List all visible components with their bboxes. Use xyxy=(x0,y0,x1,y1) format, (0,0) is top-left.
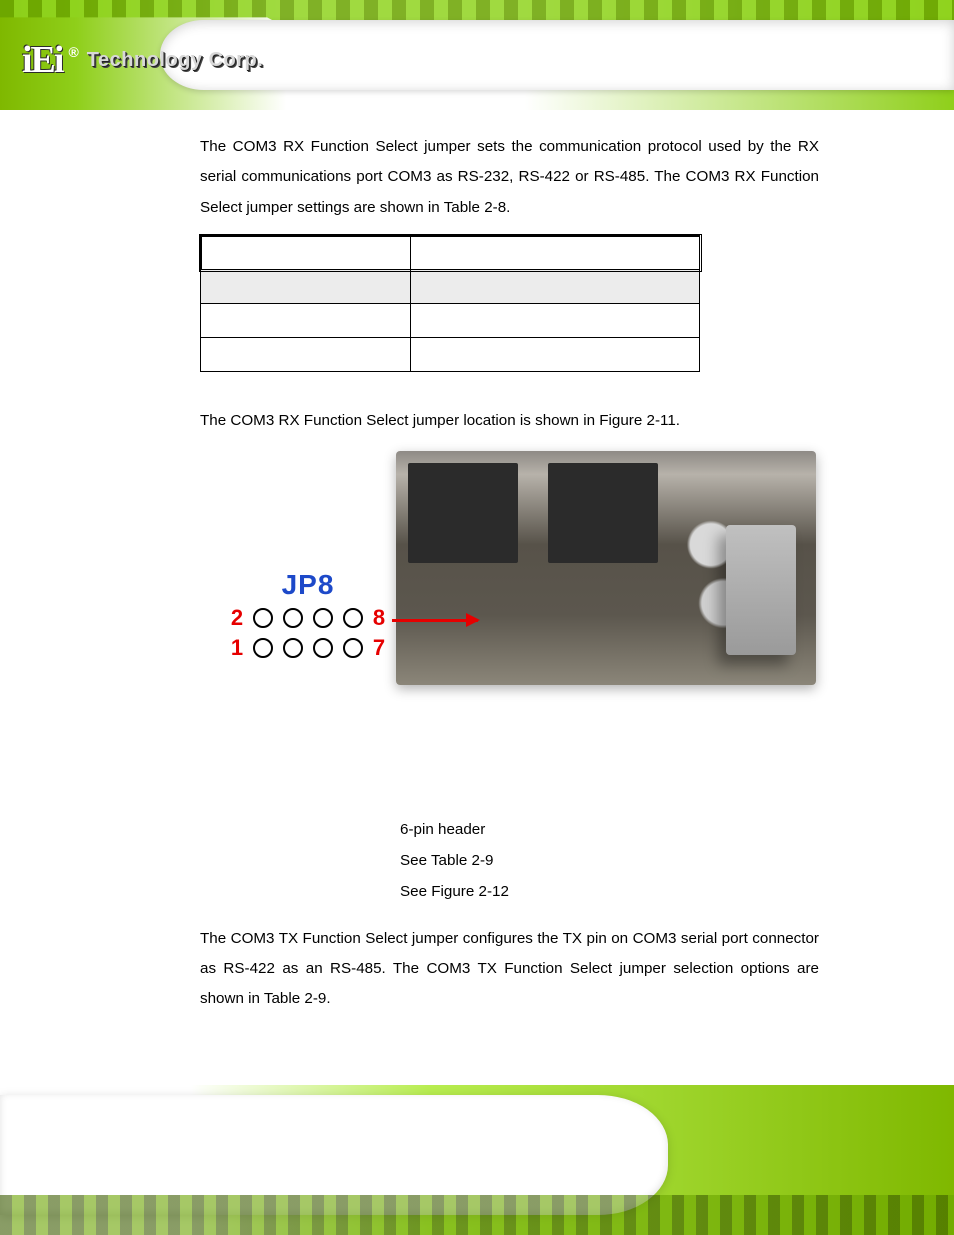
table-cell xyxy=(410,270,699,304)
table-row xyxy=(201,270,700,304)
table-cell xyxy=(201,270,411,304)
pin-icon xyxy=(313,638,333,658)
bottom-banner xyxy=(0,1085,954,1235)
table-row xyxy=(201,304,700,338)
pin-icon xyxy=(253,608,273,628)
pin-number: 2 xyxy=(231,605,243,631)
info-row-settings: See Table 2-9 xyxy=(400,852,819,869)
table-cell xyxy=(410,304,699,338)
logo-mark: iEi xyxy=(22,38,62,82)
board-photo xyxy=(396,451,816,685)
logo: iEi ® Technology Corp. xyxy=(22,38,263,82)
table-header xyxy=(201,236,411,270)
spacer xyxy=(200,781,819,821)
pin-icon xyxy=(343,638,363,658)
jp8-label: JP8 xyxy=(226,569,390,601)
table-cell xyxy=(201,304,411,338)
spacer xyxy=(200,372,819,400)
arrow-icon xyxy=(392,619,478,622)
pin-icon xyxy=(253,638,273,658)
spacer xyxy=(200,735,819,781)
intro-paragraph-2: The COM3 TX Function Select jumper confi… xyxy=(200,924,819,1015)
pin-number: 7 xyxy=(373,635,385,661)
table-cell xyxy=(410,338,699,372)
jp8-diagram: JP8 2 8 1 7 xyxy=(226,569,390,663)
info-row-type: 6-pin header xyxy=(400,821,819,838)
pin-number: 1 xyxy=(231,635,243,661)
logo-text: Technology Corp. xyxy=(87,49,264,72)
registered-icon: ® xyxy=(68,44,78,60)
pin-icon xyxy=(283,638,303,658)
settings-table xyxy=(200,235,700,372)
info-row-location: See Figure 2-12 xyxy=(400,883,819,900)
figure-jumper-location: JP8 2 8 1 7 xyxy=(196,451,816,711)
pin-number: 8 xyxy=(373,605,385,631)
table-row xyxy=(201,236,700,270)
pin-icon xyxy=(343,608,363,628)
pin-icon xyxy=(283,608,303,628)
intro-paragraph: The COM3 RX Function Select jumper sets … xyxy=(200,132,819,223)
page-content: The COM3 RX Function Select jumper sets … xyxy=(200,132,819,1025)
jp8-pins: 2 8 1 7 xyxy=(226,603,390,663)
mid-paragraph: The COM3 RX Function Select jumper locat… xyxy=(200,406,819,436)
table-cell xyxy=(201,338,411,372)
info-list: 6-pin header See Table 2-9 See Figure 2-… xyxy=(400,821,819,900)
top-banner: iEi ® Technology Corp. xyxy=(0,0,954,110)
table-row xyxy=(201,338,700,372)
pin-icon xyxy=(313,608,333,628)
table-header xyxy=(410,236,699,270)
